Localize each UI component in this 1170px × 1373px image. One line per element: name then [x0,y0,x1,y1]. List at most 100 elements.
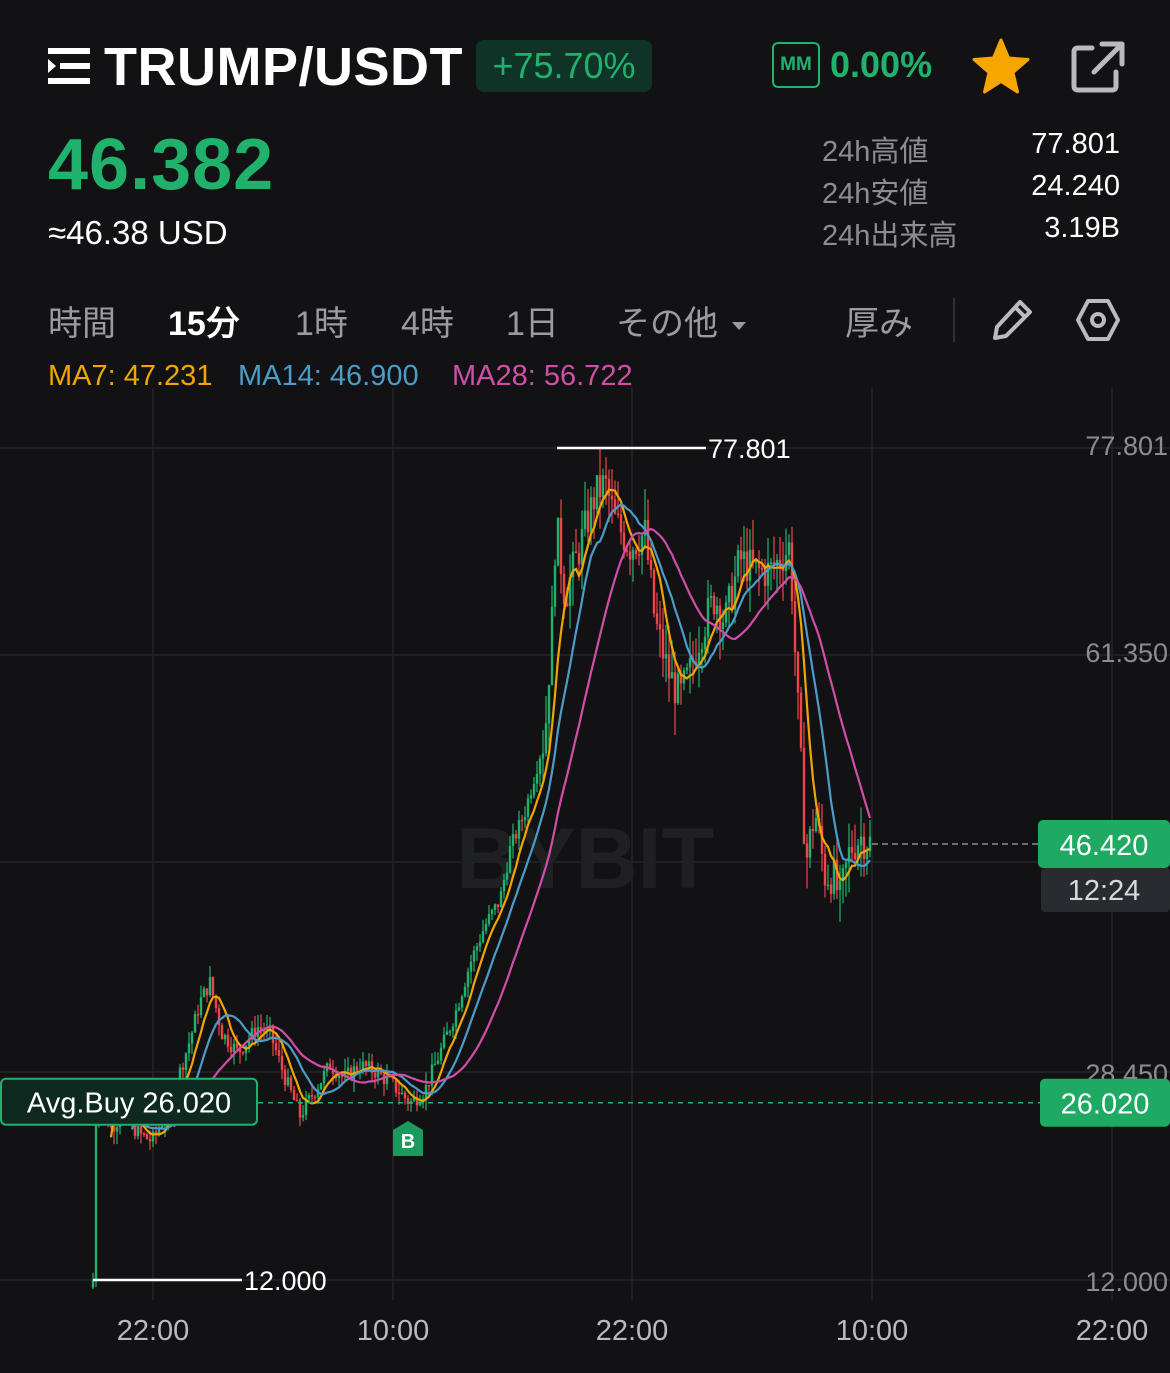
candle-body [562,573,566,604]
candle-body [283,1069,287,1086]
candle-body [547,685,551,724]
x-tick-label: 10:00 [836,1315,909,1347]
candle-body [364,1061,368,1067]
candle-body [589,497,593,533]
mm-badge[interactable]: MM [772,42,820,88]
candlestick-chart[interactable]: 77.80161.35028.45012.00022:00 10:00 22:00 1… [0,385,1170,1373]
candle-body [478,942,482,947]
candle-body [460,996,464,1008]
candle-body [187,1043,191,1054]
candle-body [445,1031,449,1035]
candle-body [865,851,869,860]
tab-4h[interactable]: 4時 [401,296,454,345]
candle-body [550,606,554,686]
candle-body [685,667,689,671]
share-icon[interactable] [1070,40,1126,94]
candle-body [862,836,866,860]
candle-body [481,931,485,943]
candle-body [634,550,638,555]
candle-body [649,559,653,570]
candle-body [601,475,605,497]
candle-body [91,1280,95,1288]
candle-body [574,551,578,554]
candle-body [289,1077,293,1090]
candle-body [199,997,203,1015]
candle-body [688,658,692,668]
stat-value-high: 77.801 [1031,128,1120,160]
candle-body [148,1139,152,1142]
star-icon[interactable] [972,38,1030,94]
y-tick-label: 61.350 [1085,638,1168,668]
menu-icon[interactable] [48,46,90,86]
candle-body [676,673,680,704]
candle-body [520,819,524,822]
candle-body [292,1089,296,1100]
candle-body [610,495,614,500]
candle-body [196,1014,200,1016]
candle-body [721,622,725,630]
tab-1d[interactable]: 1日 [506,296,559,345]
candle-body [469,961,473,972]
candle-body [598,475,602,497]
candle-body [508,846,512,873]
avg-buy-label: Avg.Buy 26.020 [27,1088,231,1120]
candle-body [220,1025,224,1040]
candle-body [814,818,818,832]
candle-body [142,1133,146,1135]
candle-body [712,595,716,615]
candle-body [274,1043,278,1051]
candle-body [586,510,590,533]
candle-body [529,795,533,799]
candle-body [145,1134,149,1140]
candle-body [538,758,542,774]
tab-15m[interactable]: 15分 [168,296,240,345]
candle-body [673,672,677,704]
candle-body [802,747,806,844]
tab-depth[interactable]: 厚み [845,296,913,345]
tab-more[interactable]: その他 [616,296,747,345]
candle-body [502,879,506,892]
caret-down-icon [732,322,747,331]
candle-body [136,1126,140,1137]
candle-body [739,550,743,560]
candle-body [337,1075,341,1078]
tab-time[interactable]: 時間 [48,296,116,345]
settings-icon[interactable] [1074,296,1122,344]
candle-body [652,569,656,614]
candle-body [448,1031,452,1033]
candle-body [838,880,842,891]
candle-body [859,836,863,846]
candle-body [277,1050,281,1056]
candle-body [346,1067,350,1072]
candle-body [532,783,536,796]
pair-title[interactable]: TRUMP/USDT [104,36,463,98]
candle-body [322,1071,326,1084]
pencil-icon[interactable] [990,296,1036,342]
candle-body [850,847,854,853]
candle-body [484,923,488,932]
candle-body [229,1046,233,1053]
candle-body [367,1061,371,1067]
candle-body [496,904,500,908]
candle-body [667,654,671,679]
candle-body [514,834,518,839]
candle-body [646,519,650,560]
candle-body [730,585,734,610]
candle-body [709,595,713,598]
candle-body [202,988,206,998]
candle-body [811,829,815,832]
candle-body [115,1127,119,1132]
tab-1h[interactable]: 1時 [295,296,348,345]
candle-body [637,554,641,556]
candle-body [523,816,527,821]
candle-body [553,565,557,607]
candle-body [517,819,521,839]
candle-body [715,605,719,615]
candle-body [853,852,857,860]
candle-body [742,551,746,560]
candle-body [805,843,809,858]
candle-body [307,1095,311,1099]
candle-body [181,1067,185,1070]
x-tick-label: 22:00 [1076,1315,1149,1347]
candle-body [604,475,608,479]
